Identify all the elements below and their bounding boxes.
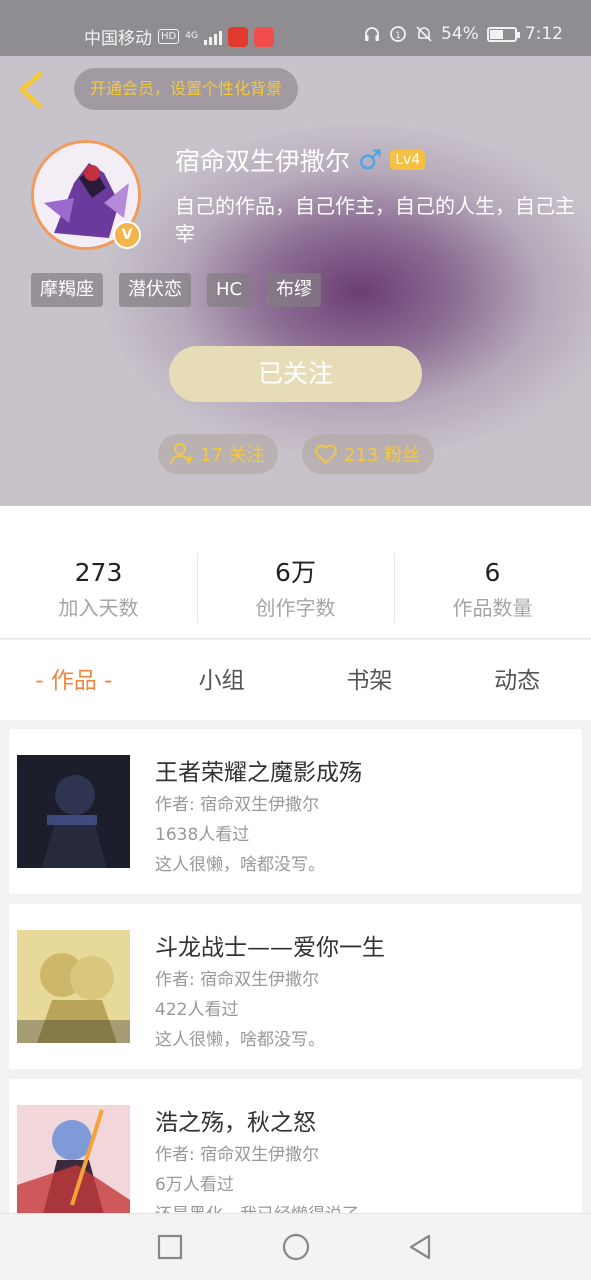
battery-percent: 54% — [441, 24, 479, 44]
system-nav-bar — [0, 1213, 591, 1280]
status-right: 1 54% 7:12 — [363, 24, 563, 44]
store-notification-icon — [253, 26, 274, 47]
stats-row: 273 加入天数 6万 创作字数 6 作品数量 — [0, 506, 591, 639]
status-left: 中国移动 HD 4G — [84, 24, 274, 49]
fans-count: 213 粉丝 — [344, 445, 421, 466]
tab-activity[interactable]: 动态 — [443, 640, 591, 720]
work-card[interactable]: 王者荣耀之魔影成殇 作者: 宿命双生伊撒尔 1638人看过 这人很懒，啥都没写。 — [9, 729, 582, 894]
work-views: 422人看过 — [155, 1000, 239, 1020]
tag-item[interactable]: 布缪 — [267, 273, 322, 307]
male-icon: ♂ — [358, 144, 383, 176]
profile-header: 开通会员，设置个性化背景 V 宿命双生伊撒尔 ♂ Lv4 自己的作品，自己作主，… — [0, 56, 591, 506]
stat-label: 创作字数 — [255, 596, 336, 620]
status-bar: 中国移动 HD 4G 1 54% 7:12 — [0, 0, 591, 56]
stat-works-count: 6 作品数量 — [394, 506, 591, 638]
work-title: 浩之殇，秋之怒 — [155, 1110, 316, 1136]
network-type: 4G — [185, 31, 198, 41]
work-author: 作者: 宿命双生伊撒尔 — [155, 970, 320, 990]
svg-text:1: 1 — [395, 31, 401, 41]
heart-icon — [315, 444, 337, 464]
work-author: 作者: 宿命双生伊撒尔 — [155, 1145, 320, 1165]
tab-bookshelf[interactable]: 书架 — [296, 640, 444, 720]
tab-groups[interactable]: 小组 — [148, 640, 296, 720]
recents-square-icon[interactable] — [155, 1232, 185, 1262]
following-count-button[interactable]: 17 关注 — [158, 434, 278, 474]
mute-bell-icon — [416, 26, 432, 42]
work-card[interactable]: 斗龙战士——爱你一生 作者: 宿命双生伊撒尔 422人看过 这人很懒，啥都没写。 — [9, 904, 582, 1069]
stat-value: 6万 — [275, 558, 316, 587]
verified-v-badge: V — [113, 221, 141, 249]
back-arrow-icon[interactable] — [14, 70, 50, 110]
stat-join-days: 273 加入天数 — [0, 506, 197, 638]
work-title: 斗龙战士——爱你一生 — [155, 935, 385, 961]
work-views: 1638人看过 — [155, 825, 250, 845]
stat-value: 273 — [74, 558, 123, 587]
add-user-icon — [170, 443, 193, 465]
profile-tabs: - 作品 - 小组 书架 动态 — [0, 640, 591, 720]
username: 宿命双生伊撒尔 — [175, 147, 351, 176]
data-saver-icon: 1 — [390, 26, 406, 42]
battery-icon — [486, 26, 520, 42]
app-notification-icon — [227, 26, 248, 47]
work-author: 作者: 宿命双生伊撒尔 — [155, 795, 320, 815]
vip-background-prompt[interactable]: 开通会员，设置个性化背景 — [74, 68, 299, 110]
tag-item[interactable]: HC — [207, 273, 252, 307]
username-row: 宿命双生伊撒尔 ♂ Lv4 — [175, 142, 426, 178]
stat-label: 加入天数 — [58, 596, 139, 620]
headphone-icon — [365, 27, 380, 41]
hd-badge: HD — [158, 29, 180, 44]
stat-word-count: 6万 创作字数 — [197, 506, 394, 638]
work-description: 这人很懒，啥都没写。 — [155, 855, 325, 875]
stat-value: 6 — [484, 558, 501, 587]
signal-icon — [203, 29, 222, 45]
carrier-label: 中国移动 — [84, 29, 152, 49]
level-badge: Lv4 — [390, 150, 426, 170]
user-bio: 自己的作品，自己作主，自己的人生，自己主宰 — [175, 194, 575, 246]
work-description: 这人很懒，啥都没写。 — [155, 1030, 325, 1050]
work-title: 王者荣耀之魔影成殇 — [155, 760, 362, 786]
work-cover — [17, 1105, 130, 1218]
tag-item[interactable]: 摩羯座 — [31, 273, 103, 307]
work-views: 6万人看过 — [155, 1175, 234, 1195]
home-circle-icon[interactable] — [281, 1232, 311, 1262]
work-cover — [17, 755, 130, 868]
works-list: 王者荣耀之魔影成殇 作者: 宿命双生伊撒尔 1638人看过 这人很懒，啥都没写。… — [9, 729, 582, 1254]
fans-count-button[interactable]: 213 粉丝 — [302, 434, 434, 474]
followed-button[interactable]: 已关注 — [169, 346, 422, 402]
following-count: 17 关注 — [200, 445, 265, 466]
stat-label: 作品数量 — [452, 596, 533, 620]
back-triangle-icon[interactable] — [405, 1232, 435, 1262]
tab-works[interactable]: - 作品 - — [0, 640, 148, 720]
tag-item[interactable]: 潜伏恋 — [119, 273, 191, 307]
clock: 7:12 — [524, 24, 563, 44]
tag-list: 摩羯座 潜伏恋 HC 布缪 — [31, 273, 322, 307]
work-cover — [17, 930, 130, 1043]
